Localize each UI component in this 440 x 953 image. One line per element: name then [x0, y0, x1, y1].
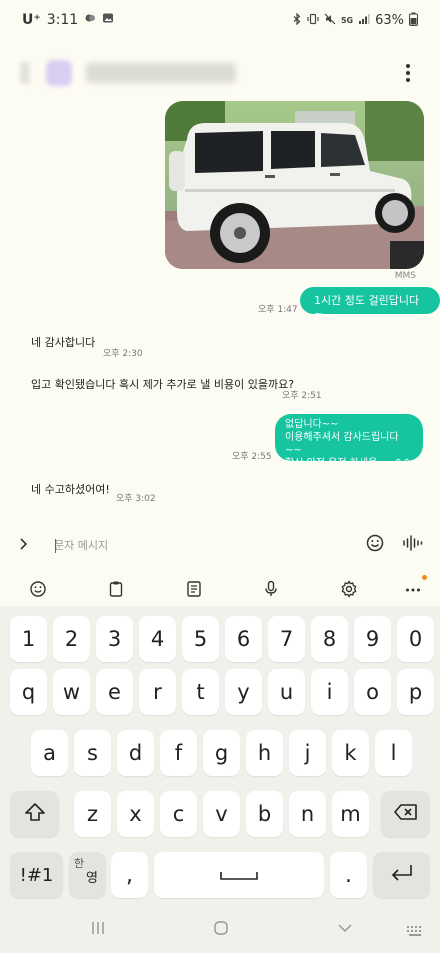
message-input[interactable]	[54, 533, 344, 557]
mute-icon	[324, 13, 336, 28]
contact-avatar[interactable]	[46, 60, 72, 86]
key-j[interactable]: j	[289, 730, 326, 776]
clock: 3:11	[46, 12, 79, 28]
key-z[interactable]: z	[74, 791, 111, 837]
message-time: 오후 2:55	[232, 452, 272, 462]
emoji-icon[interactable]	[24, 575, 52, 603]
key-p[interactable]: p	[397, 669, 434, 715]
key-4[interactable]: 4	[139, 616, 176, 662]
compose-bar	[0, 527, 440, 563]
expand-chevron-icon[interactable]	[16, 536, 30, 555]
key-7[interactable]: 7	[268, 616, 305, 662]
5g-icon: 5G	[340, 15, 354, 25]
outgoing-message[interactable]: 없답니다~~ 이용해주셔서 감사드립니다~~ 항상 안전 운전 하세욤~~^^	[275, 414, 423, 469]
key-o[interactable]: o	[354, 669, 391, 715]
key-5[interactable]: 5	[182, 616, 219, 662]
key-w[interactable]: w	[53, 669, 90, 715]
text-caret	[55, 539, 56, 553]
key-g[interactable]: g	[203, 730, 240, 776]
key-8[interactable]: 8	[311, 616, 348, 662]
status-bar: U⁺ 3:11 5G 63%	[0, 0, 440, 40]
key-r[interactable]: r	[139, 669, 176, 715]
back-button[interactable]	[20, 62, 30, 84]
mms-photo[interactable]	[165, 101, 424, 269]
more-vertical-icon[interactable]	[396, 58, 420, 88]
message-time: 오후 1:47	[258, 305, 298, 315]
battery-icon	[409, 12, 418, 29]
key-9[interactable]: 9	[354, 616, 391, 662]
shift-key[interactable]	[10, 791, 59, 837]
message-time: 오후 2:51	[282, 391, 322, 401]
period-key[interactable]: .	[330, 852, 367, 898]
text-edit-icon[interactable]	[180, 575, 208, 603]
backspace-icon	[393, 802, 419, 826]
outgoing-message[interactable]: 1시간 정도 걸린답니다~	[300, 287, 440, 320]
key-q[interactable]: q	[10, 669, 47, 715]
comma-key[interactable]: ,	[111, 852, 148, 898]
space-bar-icon	[219, 863, 259, 887]
key-v[interactable]: v	[203, 791, 240, 837]
key-t[interactable]: t	[182, 669, 219, 715]
message-time: 오후 2:30	[103, 349, 143, 359]
back-chevron-icon[interactable]	[337, 920, 353, 940]
enter-icon	[389, 863, 415, 888]
chat-header	[0, 50, 440, 96]
signal-icon	[358, 13, 370, 28]
navigation-bar	[0, 906, 440, 953]
mms-label: MMS	[394, 271, 416, 281]
incoming-message[interactable]: 네 수고하셨어여!	[31, 483, 110, 496]
language-key-bottom: 영	[86, 871, 98, 886]
key-u[interactable]: u	[268, 669, 305, 715]
microphone-icon[interactable]	[257, 575, 285, 603]
key-1[interactable]: 1	[10, 616, 47, 662]
message-time: 오후 3:02	[116, 494, 156, 504]
incoming-message[interactable]: 입고 확인됐습니다 혹시 제가 추가로 낼 비용이 있을까요?	[31, 378, 294, 391]
sync-icon	[84, 12, 96, 28]
bluetooth-icon	[292, 12, 302, 28]
key-k[interactable]: k	[332, 730, 369, 776]
key-n[interactable]: n	[289, 791, 326, 837]
image-notification-icon	[102, 12, 114, 28]
shift-icon	[24, 802, 46, 827]
key-y[interactable]: y	[225, 669, 262, 715]
carrier-label: U⁺	[22, 12, 41, 28]
vibrate-icon	[307, 13, 319, 28]
backspace-key[interactable]	[381, 791, 430, 837]
voice-waveform-icon[interactable]	[402, 533, 424, 557]
recent-apps-icon[interactable]	[90, 920, 106, 940]
incoming-message[interactable]: 네 감사합니다	[31, 336, 95, 349]
language-key[interactable]: 한 영	[69, 852, 106, 898]
key-i[interactable]: i	[311, 669, 348, 715]
keyboard-toolbar	[0, 571, 440, 605]
enter-key[interactable]	[373, 852, 430, 898]
home-icon[interactable]	[213, 920, 229, 940]
key-6[interactable]: 6	[225, 616, 262, 662]
key-d[interactable]: d	[117, 730, 154, 776]
emoji-icon[interactable]	[365, 533, 385, 557]
key-s[interactable]: s	[74, 730, 111, 776]
key-l[interactable]: l	[375, 730, 412, 776]
key-x[interactable]: x	[117, 791, 154, 837]
key-3[interactable]: 3	[96, 616, 133, 662]
keyboard-switch-icon[interactable]	[406, 924, 424, 943]
symbols-key[interactable]: !#1	[10, 852, 63, 898]
key-m[interactable]: m	[332, 791, 369, 837]
language-key-top: 한	[74, 857, 85, 870]
notification-dot	[422, 575, 427, 580]
key-h[interactable]: h	[246, 730, 283, 776]
key-b[interactable]: b	[246, 791, 283, 837]
clipboard-icon[interactable]	[102, 575, 130, 603]
key-e[interactable]: e	[96, 669, 133, 715]
keyboard: 1 2 3 4 5 6 7 8 9 0 q w e r t y u i o p …	[0, 606, 440, 906]
key-2[interactable]: 2	[53, 616, 90, 662]
key-f[interactable]: f	[160, 730, 197, 776]
key-a[interactable]: a	[31, 730, 68, 776]
key-0[interactable]: 0	[397, 616, 434, 662]
key-c[interactable]: c	[160, 791, 197, 837]
space-key[interactable]	[154, 852, 324, 898]
battery-label: 63%	[375, 12, 404, 28]
settings-icon[interactable]	[335, 575, 363, 603]
contact-name[interactable]	[86, 63, 236, 83]
